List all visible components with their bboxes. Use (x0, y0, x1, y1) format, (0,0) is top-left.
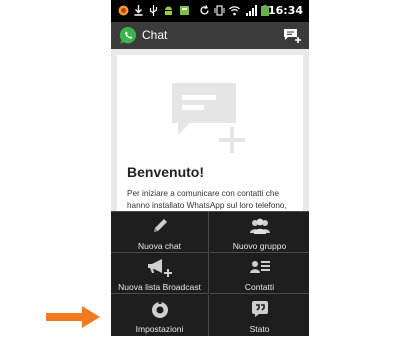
new-chat-illustration-icon (172, 83, 245, 153)
megaphone-icon (147, 259, 172, 277)
settings-icon (151, 300, 168, 318)
storage-icon (180, 6, 189, 15)
menu-item-new-chat[interactable]: Nuova chat (111, 212, 209, 253)
menu-item-new-group[interactable]: Nuovo gruppo (210, 212, 309, 253)
menu-label-new-broadcast: Nuova lista Broadcast (118, 282, 201, 292)
status-bar: 16:34 (111, 0, 309, 22)
menu-label-contacts: Contatti (244, 282, 275, 292)
menu-item-new-broadcast[interactable]: Nuova lista Broadcast (111, 253, 209, 294)
sync-icon (200, 5, 209, 15)
welcome-text: Per iniziare a comunicare con contatti c… (127, 189, 287, 210)
pencil-icon (153, 219, 167, 232)
whatsapp-logo-icon[interactable] (119, 26, 138, 45)
status-quote-icon (251, 301, 268, 317)
usb-icon (149, 5, 158, 16)
clock: 16:34 (267, 4, 303, 17)
phone-screen: 16:34 Chat Benvenuto! Per iniziare a com… (111, 0, 309, 336)
welcome-heading: Benvenuto! (127, 164, 204, 180)
notification-app-icon (118, 5, 129, 16)
menu-label-new-group: Nuovo gruppo (232, 241, 287, 251)
options-menu: Nuova chat Nuovo gruppo Nuova lista Broa… (111, 211, 309, 336)
menu-item-settings[interactable]: Impostazioni (111, 295, 209, 336)
action-bar: Chat (111, 22, 309, 49)
signal-icon (246, 5, 257, 16)
download-icon (134, 5, 143, 16)
menu-label-new-chat: Nuova chat (138, 241, 181, 251)
page-title: Chat (142, 28, 168, 42)
menu-label-status: Stato (249, 324, 270, 334)
menu-item-status[interactable]: Stato (210, 295, 309, 336)
menu-item-contacts[interactable]: Contatti (210, 253, 309, 294)
orange-arrow-icon (46, 306, 100, 328)
wifi-icon (229, 6, 240, 16)
group-icon (249, 218, 270, 234)
android-debug-icon (165, 6, 172, 15)
new-chat-icon[interactable] (283, 28, 301, 44)
menu-label-settings: Impostazioni (135, 324, 184, 334)
vibrate-icon (214, 5, 225, 16)
contacts-icon (249, 261, 270, 273)
